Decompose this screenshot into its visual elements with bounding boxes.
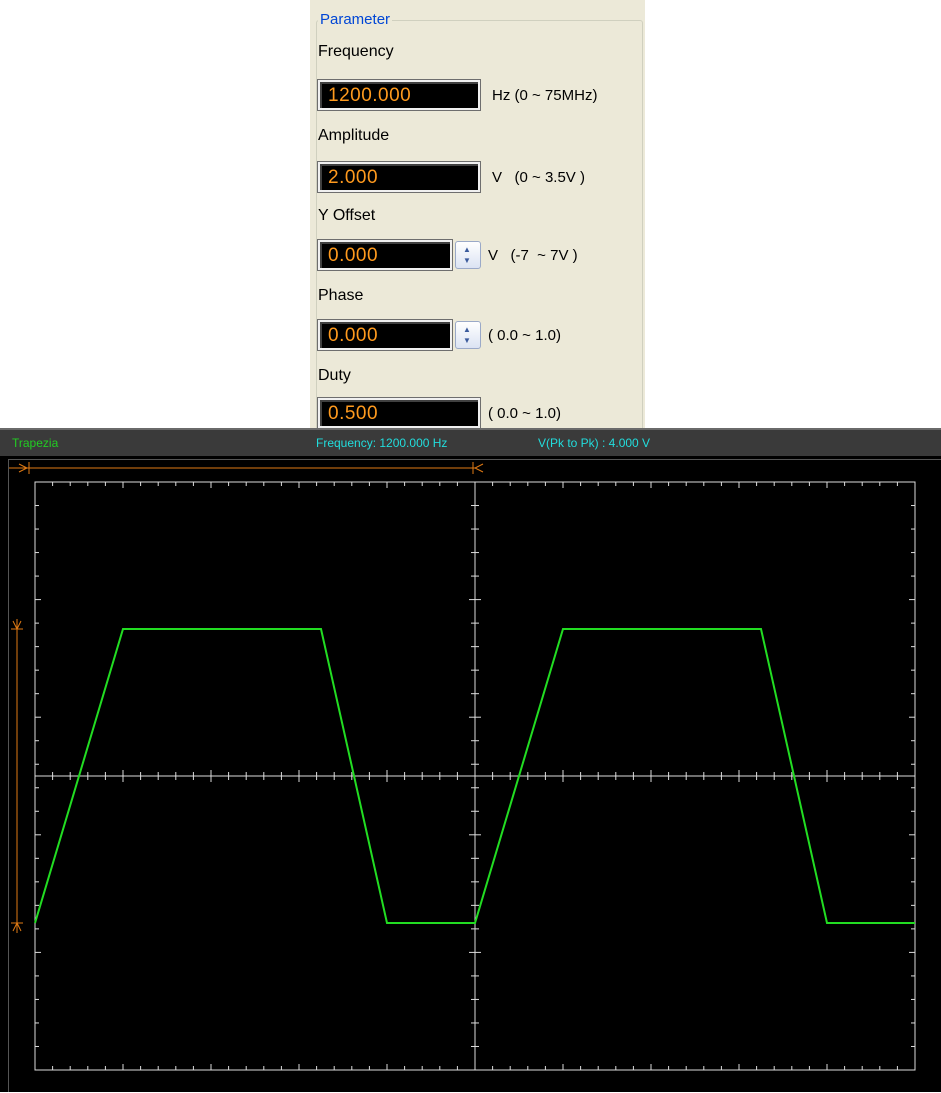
amplitude-value: 2.000 (328, 167, 378, 189)
duty-input[interactable]: 0.500 (318, 398, 480, 428)
oscilloscope-display: Trapezia Frequency: 1200.000 Hz V(Pk to … (0, 428, 941, 1092)
y-offset-spinner[interactable]: ▲ ▼ (455, 241, 481, 269)
phase-value: 0.000 (328, 325, 378, 347)
amplitude-input[interactable]: 2.000 (318, 162, 480, 192)
parameter-panel: Parameter Frequency 1200.000 Hz (0 ~ 75M… (310, 0, 645, 428)
spin-up-icon[interactable]: ▲ (463, 326, 471, 334)
phase-input[interactable]: 0.000 (318, 320, 452, 350)
y-offset-input[interactable]: 0.000 (318, 240, 452, 270)
scope-screen (8, 459, 941, 1092)
scope-header: Trapezia Frequency: 1200.000 Hz V(Pk to … (0, 428, 941, 456)
frequency-label: Frequency (318, 43, 394, 61)
duty-range: ( 0.0 ~ 1.0) (488, 405, 561, 422)
period-end-arrow (475, 464, 483, 472)
phase-spinner[interactable]: ▲ ▼ (455, 321, 481, 349)
amplitude-range: V (0 ~ 3.5V ) (492, 169, 585, 186)
duty-value: 0.500 (328, 403, 378, 425)
duty-label: Duty (318, 367, 351, 385)
phase-range: ( 0.0 ~ 1.0) (488, 327, 561, 344)
parameter-legend: Parameter (318, 11, 392, 28)
phase-label: Phase (318, 287, 363, 305)
y-offset-range: V (-7 ~ 7V ) (488, 247, 578, 264)
waveform-plot (9, 460, 941, 1093)
amplitude-label: Amplitude (318, 127, 389, 145)
frequency-range: Hz (0 ~ 75MHz) (492, 87, 597, 104)
frequency-readout: Frequency: 1200.000 Hz (316, 436, 447, 450)
y-offset-value: 0.000 (328, 245, 378, 267)
frequency-value: 1200.000 (328, 85, 411, 107)
frequency-input[interactable]: 1200.000 (318, 80, 480, 110)
spin-up-icon[interactable]: ▲ (463, 246, 471, 254)
y-offset-label: Y Offset (318, 207, 375, 225)
vpp-readout: V(Pk to Pk) : 4.000 V (538, 436, 650, 450)
spin-down-icon[interactable]: ▼ (463, 337, 471, 345)
spin-down-icon[interactable]: ▼ (463, 257, 471, 265)
waveform-name: Trapezia (12, 436, 58, 450)
